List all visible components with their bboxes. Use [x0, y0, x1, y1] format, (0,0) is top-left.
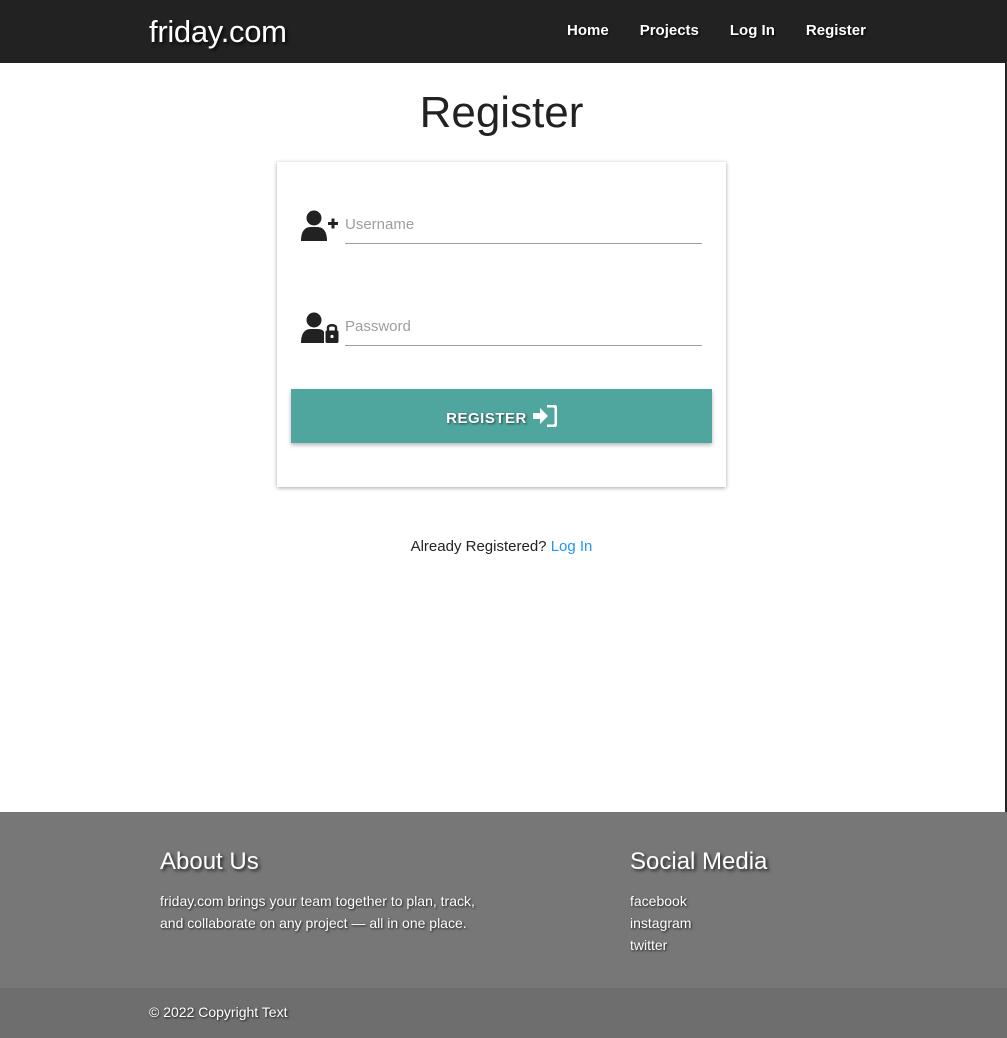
register-button-label: REGISTER — [446, 409, 527, 427]
login-prompt-text: Already Registered? — [410, 538, 547, 555]
social-heading: Social Media — [630, 848, 768, 875]
copyright-text: © 2022 Copyright Text — [149, 1004, 288, 1020]
login-prompt: Already Registered? Log In — [0, 538, 1003, 555]
nav-links: Home Projects Log In Register — [567, 22, 897, 39]
login-link[interactable]: Log In — [551, 538, 593, 555]
twitter-link[interactable]: twitter — [630, 937, 667, 953]
page-title: Register — [419, 88, 584, 137]
username-input[interactable] — [345, 206, 702, 244]
password-input[interactable] — [345, 308, 702, 346]
list-item: instagram — [630, 912, 691, 934]
list-item: twitter — [630, 934, 691, 956]
nav-link-home[interactable]: Home — [567, 22, 609, 39]
nav-link-register[interactable]: Register — [806, 22, 866, 39]
footer: About Us friday.com brings your team tog… — [0, 812, 1007, 988]
instagram-link[interactable]: instagram — [630, 915, 691, 931]
nav-link-projects[interactable]: Projects — [640, 22, 699, 39]
top-navbar: friday.com Home Projects Log In Register — [0, 0, 1007, 63]
register-button[interactable]: REGISTER — [291, 389, 712, 443]
nav-link-login[interactable]: Log In — [730, 22, 775, 39]
list-item: facebook — [630, 890, 691, 912]
social-links-list: facebook instagram twitter — [630, 890, 691, 956]
brand-logo-link[interactable]: friday.com — [149, 14, 287, 50]
sign-in-icon — [532, 405, 557, 427]
copyright-bar: © 2022 Copyright Text — [0, 988, 1007, 1038]
about-text: friday.com brings your team together to … — [160, 893, 475, 931]
about-heading: About Us — [160, 848, 259, 875]
password-field-row — [301, 308, 702, 358]
username-field-row — [301, 206, 702, 256]
user-plus-icon — [301, 210, 338, 241]
facebook-link[interactable]: facebook — [630, 893, 687, 909]
user-lock-icon — [301, 312, 339, 343]
register-form-card: REGISTER — [277, 162, 726, 487]
